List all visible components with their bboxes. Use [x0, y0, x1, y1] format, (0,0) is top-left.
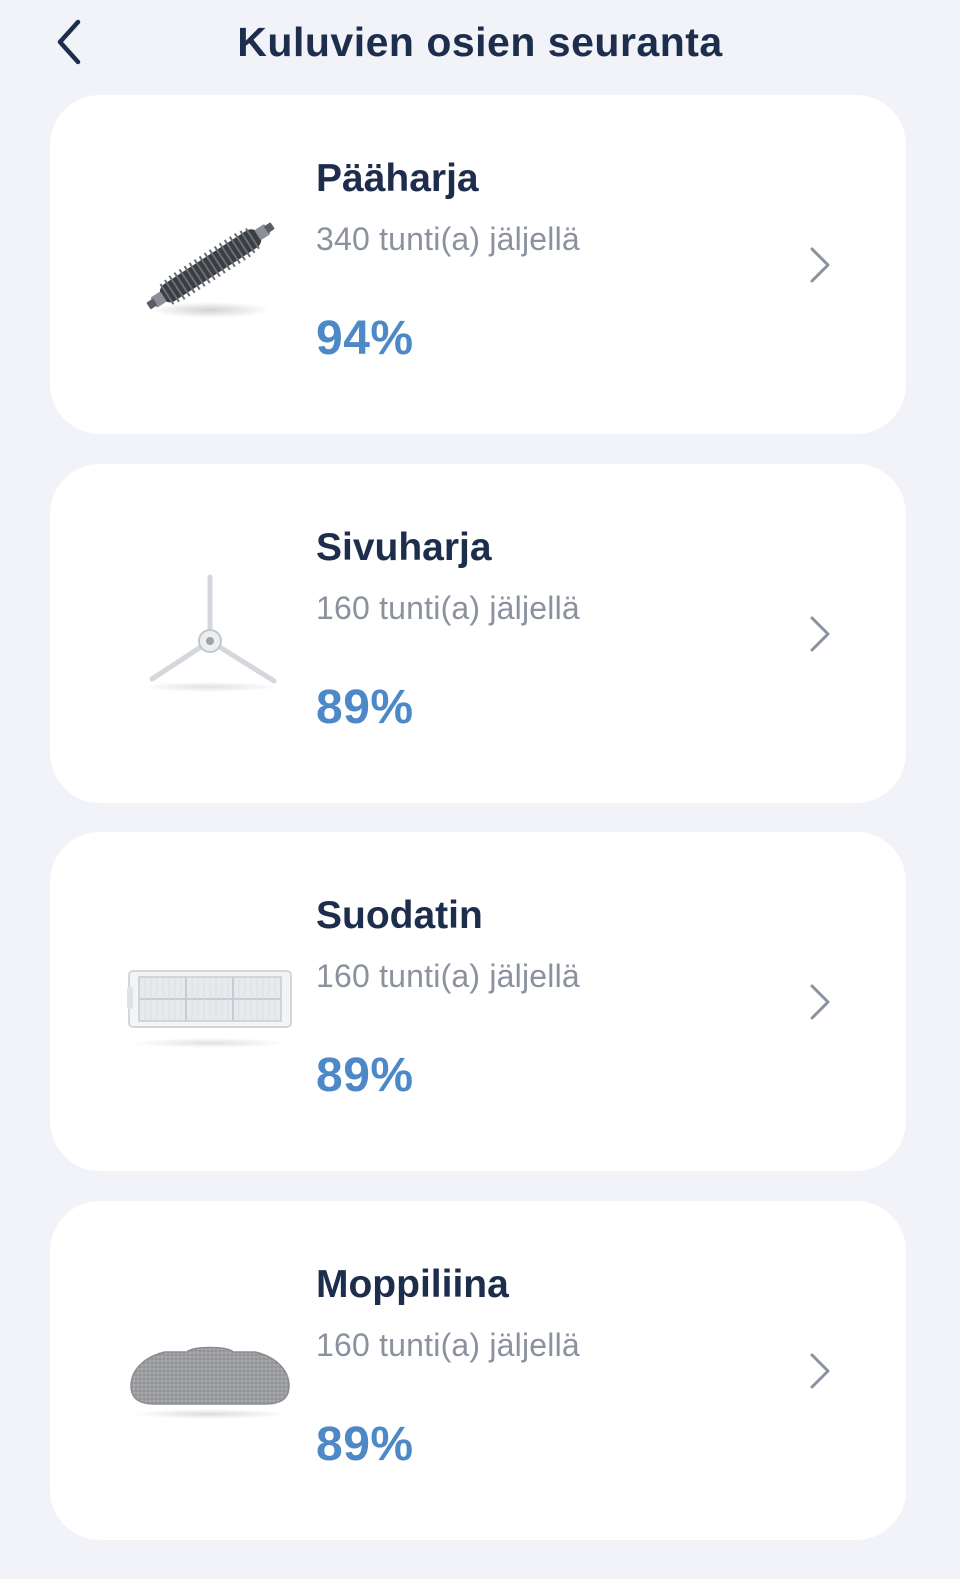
- side-brush-icon: [140, 574, 280, 692]
- main-brush-image: [120, 175, 300, 355]
- part-name: Moppiliina: [316, 1263, 509, 1306]
- header: Kuluvien osien seuranta: [0, 0, 960, 86]
- part-name: Pääharja: [316, 157, 479, 200]
- part-remaining-time: 160 tunti(a) jäljellä: [316, 1327, 580, 1363]
- mop-pad-image: [120, 1281, 300, 1461]
- chevron-right-icon: [802, 243, 838, 287]
- chevron-right-icon: [802, 1349, 838, 1393]
- part-percent: 89%: [316, 1418, 414, 1471]
- part-remaining-time: 160 tunti(a) jäljellä: [316, 958, 580, 994]
- main-brush-icon: [146, 222, 275, 318]
- part-card-side-brush[interactable]: Sivuharja 160 tunti(a) jäljellä 89%: [50, 464, 906, 803]
- filter-icon: [127, 970, 292, 1048]
- part-percent: 94%: [316, 312, 414, 365]
- chevron-right-icon: [802, 612, 838, 656]
- part-percent: 89%: [316, 1049, 414, 1102]
- part-remaining-time: 160 tunti(a) jäljellä: [316, 590, 580, 626]
- mop-pad-icon: [130, 1346, 290, 1419]
- chevron-right-icon: [802, 980, 838, 1024]
- part-remaining-time: 340 tunti(a) jäljellä: [316, 221, 580, 257]
- filter-image: [120, 912, 300, 1092]
- part-card-filter[interactable]: Suodatin 160 tunti(a) jäljellä 89%: [50, 832, 906, 1171]
- part-card-mop-pad[interactable]: Moppiliina 160 tunti(a) jäljellä 89%: [50, 1201, 906, 1540]
- part-card-main-brush[interactable]: Pääharja 340 tunti(a) jäljellä 94%: [50, 95, 906, 434]
- part-percent: 89%: [316, 681, 414, 734]
- part-name: Sivuharja: [316, 526, 492, 569]
- part-name: Suodatin: [316, 894, 483, 937]
- side-brush-image: [120, 544, 300, 724]
- page-title: Kuluvien osien seuranta: [237, 19, 723, 65]
